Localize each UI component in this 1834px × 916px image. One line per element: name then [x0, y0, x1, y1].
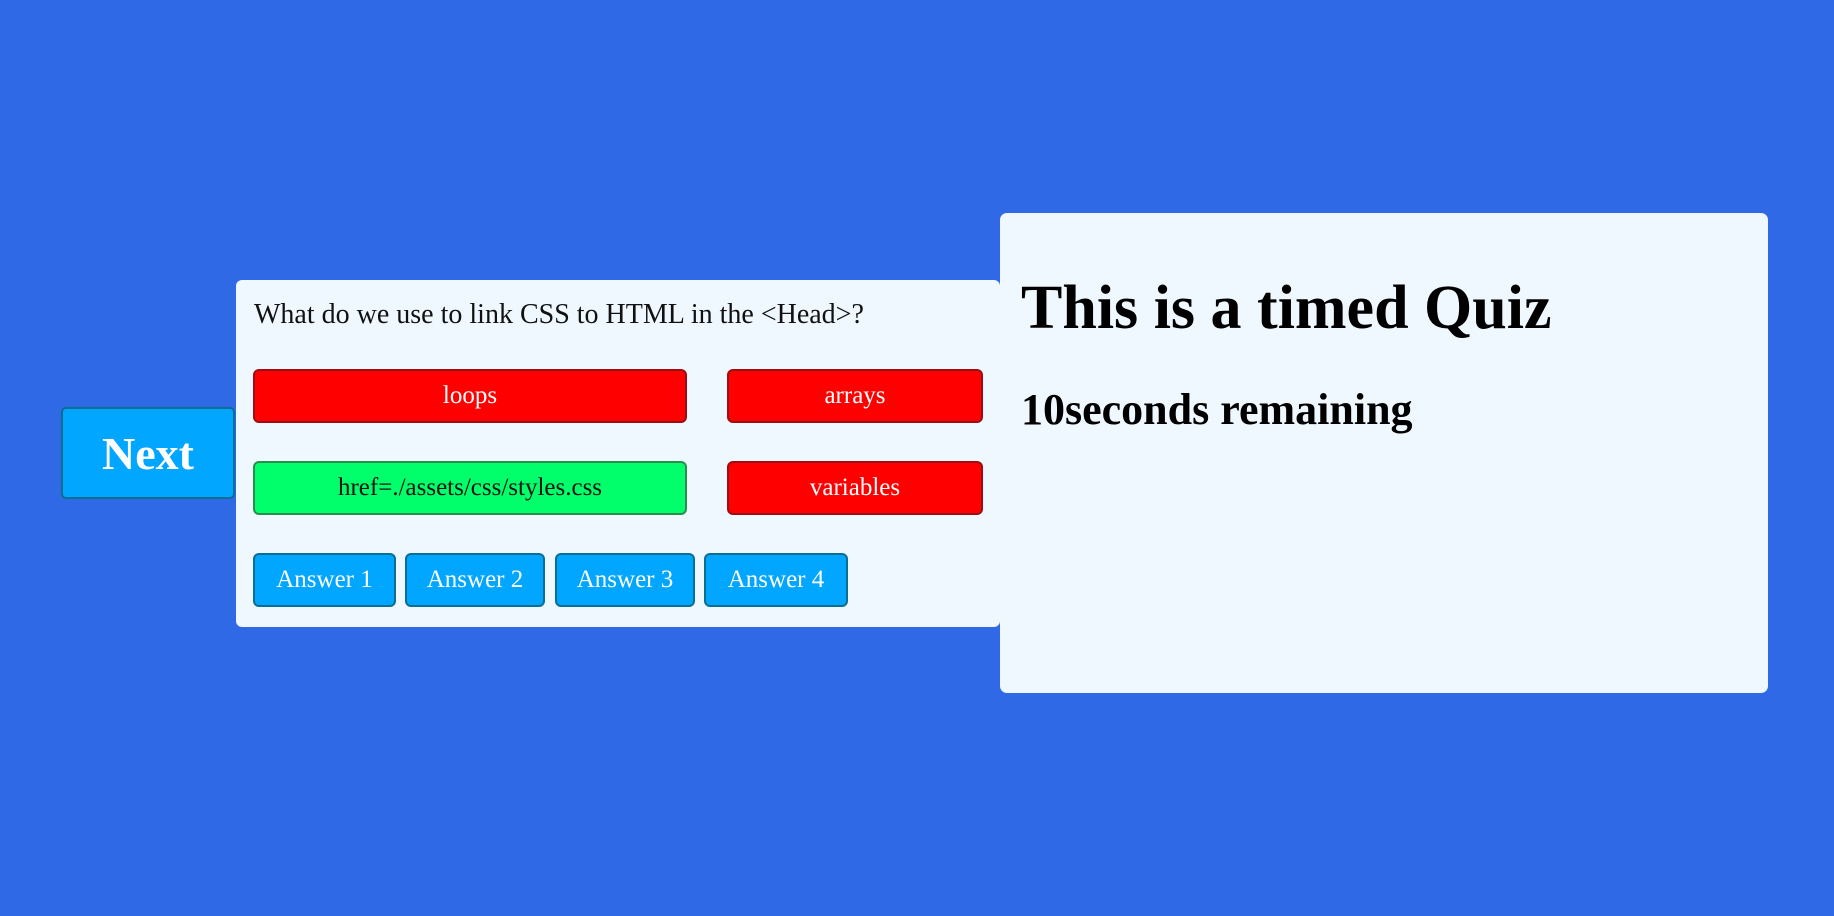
choice-option-2[interactable]: arrays [727, 369, 983, 423]
answer-4-button[interactable]: Answer 4 [704, 553, 848, 607]
answer-1-button[interactable]: Answer 1 [253, 553, 396, 607]
choice-option-3[interactable]: href=./assets/css/styles.css [253, 461, 687, 515]
answer-3-button[interactable]: Answer 3 [555, 553, 695, 607]
timer-card: This is a timed Quiz 10seconds remaining [1000, 213, 1768, 693]
choice-option-4[interactable]: variables [727, 461, 983, 515]
quiz-card: What do we use to link CSS to HTML in th… [236, 280, 1000, 627]
question-text: What do we use to link CSS to HTML in th… [254, 299, 864, 330]
next-button[interactable]: Next [61, 407, 235, 499]
time-remaining: 10seconds remaining [1021, 385, 1413, 434]
timer-title: This is a timed Quiz [1021, 274, 1552, 342]
answer-2-button[interactable]: Answer 2 [405, 553, 545, 607]
choice-option-1[interactable]: loops [253, 369, 687, 423]
